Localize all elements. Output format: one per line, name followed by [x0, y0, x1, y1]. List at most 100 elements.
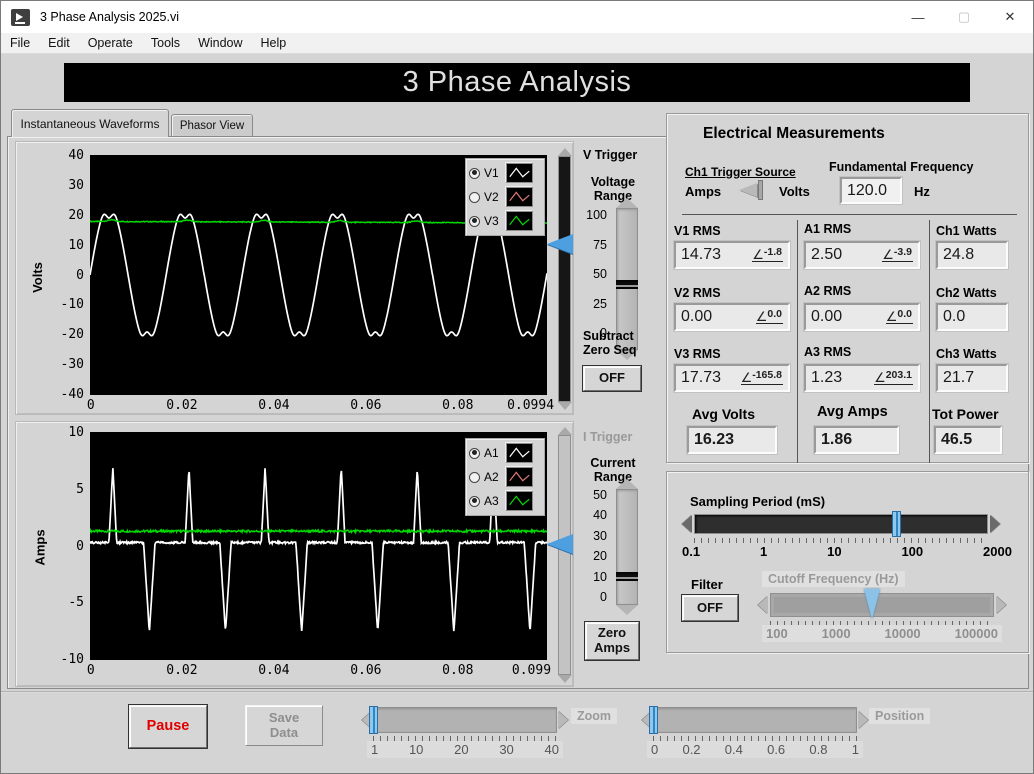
tab-phasor-view[interactable]: Phasor View — [171, 114, 253, 137]
menu-operate[interactable]: Operate — [79, 36, 142, 50]
legend-radio[interactable] — [469, 191, 480, 203]
amps-trigger-track[interactable] — [557, 427, 572, 683]
v-trigger-level-arrow-icon[interactable] — [547, 233, 573, 254]
ch2-watts-value: 0.0 — [936, 303, 1008, 331]
a3-rms-label: A3 RMS — [804, 345, 852, 359]
i-trigger-level-arrow-icon[interactable] — [547, 534, 573, 554]
legend-row[interactable]: A2 — [469, 465, 541, 489]
labview-app-icon — [11, 8, 30, 26]
legend-swatch-icon[interactable] — [506, 491, 533, 511]
legend-row[interactable]: V2 — [469, 185, 541, 209]
a2-rms-value: 0.00 ∠ 0.0 — [804, 303, 920, 331]
avg-volts-label: Avg Volts — [692, 406, 756, 422]
cutoff-frequency-slider[interactable] — [758, 589, 1006, 619]
page-title: 3 Phase Analysis — [402, 66, 632, 98]
tot-power-label: Tot Power — [932, 406, 999, 422]
a1-rms-value: 2.50 ∠ -3.9 — [804, 241, 920, 269]
position-thumb[interactable] — [649, 706, 659, 734]
ch3-watts-label: Ch3 Watts — [936, 347, 997, 361]
legend-row[interactable]: A1 — [469, 441, 541, 465]
slider-right-arrow-icon[interactable] — [996, 596, 1006, 614]
v3-rms-label: V3 RMS — [674, 347, 721, 361]
menu-edit[interactable]: Edit — [39, 36, 79, 50]
divider — [682, 214, 1017, 215]
maximize-icon[interactable]: ▢ — [941, 1, 987, 33]
a3-rms-value: 1.23 ∠ 203.1 — [804, 364, 920, 392]
filter-off-button[interactable]: OFF — [682, 595, 738, 621]
menu-file[interactable]: File — [1, 36, 39, 50]
filter-label: Filter — [691, 577, 723, 592]
legend-row[interactable]: V3 — [469, 209, 541, 233]
cutoff-pointer-icon[interactable] — [863, 589, 880, 619]
fundamental-frequency-label: Fundamental Frequency — [829, 160, 974, 174]
v1-rms-label: V1 RMS — [674, 224, 721, 238]
angle-icon: ∠ — [882, 247, 894, 262]
slider-left-arrow-icon[interactable] — [682, 515, 692, 533]
legend-row[interactable]: V1 — [469, 161, 541, 185]
angle-icon: ∠ — [874, 370, 886, 385]
legend-swatch-icon[interactable] — [506, 187, 533, 207]
legend-swatch-icon[interactable] — [506, 467, 533, 487]
minimize-icon[interactable]: — — [895, 1, 941, 33]
avg-amps-label: Avg Amps — [817, 404, 888, 420]
fundamental-frequency-field[interactable]: 120.0 — [840, 177, 902, 204]
v3-rms-value: 17.73 ∠ -165.8 — [674, 364, 790, 392]
amps-legend: A1 A2 A3 — [465, 438, 545, 516]
slider-left-arrow-icon[interactable] — [758, 596, 768, 614]
v2-rms-label: V2 RMS — [674, 286, 721, 300]
tot-power-value: 46.5 — [934, 426, 1002, 454]
angle-icon: ∠ — [755, 309, 768, 324]
sampling-period-label: Sampling Period (mS) — [690, 494, 826, 509]
title-bar: 3 Phase Analysis 2025.vi — ▢ ✕ — [1, 1, 1033, 33]
window-title: 3 Phase Analysis 2025.vi — [40, 10, 179, 24]
legend-swatch-icon[interactable] — [506, 163, 533, 183]
legend-swatch-icon[interactable] — [506, 211, 533, 231]
menu-window[interactable]: Window — [189, 36, 251, 50]
menu-tools[interactable]: Tools — [142, 36, 189, 50]
menu-help[interactable]: Help — [252, 36, 296, 50]
slider-right-arrow-icon[interactable] — [558, 711, 568, 729]
close-icon[interactable]: ✕ — [987, 1, 1033, 33]
ch3-watts-value: 21.7 — [936, 364, 1008, 392]
legend-radio[interactable] — [469, 447, 480, 459]
legend-radio[interactable] — [469, 495, 480, 507]
v1-rms-value: 14.73 ∠ -1.8 — [674, 241, 790, 269]
legend-radio[interactable] — [469, 215, 480, 227]
volts-y-ticks: 40 30 20 10 0 -10 -20 -30 -40 — [60, 148, 84, 402]
divider — [929, 220, 930, 463]
legend-radio[interactable] — [469, 471, 480, 483]
legend-row[interactable]: A3 — [469, 489, 541, 513]
sampling-period-thumb[interactable] — [891, 511, 901, 537]
measurements-header: Electrical Measurements — [703, 125, 885, 142]
switch-pointer-icon[interactable] — [739, 183, 757, 197]
a2-rms-label: A2 RMS — [804, 284, 852, 298]
angle-icon: ∠ — [885, 309, 898, 324]
zoom-thumb[interactable] — [368, 706, 378, 734]
amps-y-ticks: 10 5 0 -5 -10 — [60, 425, 84, 667]
trigger-source-switch[interactable] — [737, 180, 771, 200]
legend-swatch-icon[interactable] — [506, 443, 533, 463]
legend-radio[interactable] — [469, 167, 480, 179]
hz-unit-label: Hz — [914, 184, 930, 199]
trigger-source-amps-label: Amps — [685, 184, 722, 199]
scroll-up-icon[interactable] — [557, 148, 572, 156]
scroll-down-icon[interactable] — [557, 675, 572, 683]
volts-trigger-track[interactable] — [557, 148, 572, 410]
slider-right-arrow-icon[interactable] — [858, 711, 868, 729]
tab-instantaneous-waveforms[interactable]: Instantaneous Waveforms — [11, 109, 169, 137]
position-tick-labels: 0 0.2 0.4 0.6 0.8 1 — [647, 741, 863, 758]
volts-legend: V1 V2 V3 — [465, 158, 545, 236]
position-slider[interactable] — [642, 706, 868, 734]
sampling-period-slider[interactable] — [682, 511, 1000, 537]
amps-graph-frame: Amps 10 5 0 -5 -10 0 0.02 0.04 0.06 0.08 0.099 A1… — [15, 421, 574, 687]
zoom-slider[interactable] — [362, 706, 568, 734]
pause-button[interactable]: Pause — [129, 705, 207, 748]
menu-bar: File Edit Operate Tools Window Help — [1, 33, 1033, 54]
save-data-button[interactable]: Save Data — [245, 705, 323, 746]
amps-x-ticks: 0 0.02 0.04 0.06 0.08 0.099 — [86, 663, 552, 678]
scroll-down-icon[interactable] — [557, 402, 572, 410]
sampling-filter-panel: Sampling Period (mS) 0.1 1 10 100 2000 Filte… — [666, 471, 1029, 653]
slider-right-arrow-icon[interactable] — [990, 515, 1000, 533]
trigger-source-volts-label: Volts — [779, 184, 810, 199]
scroll-up-icon[interactable] — [557, 427, 572, 435]
